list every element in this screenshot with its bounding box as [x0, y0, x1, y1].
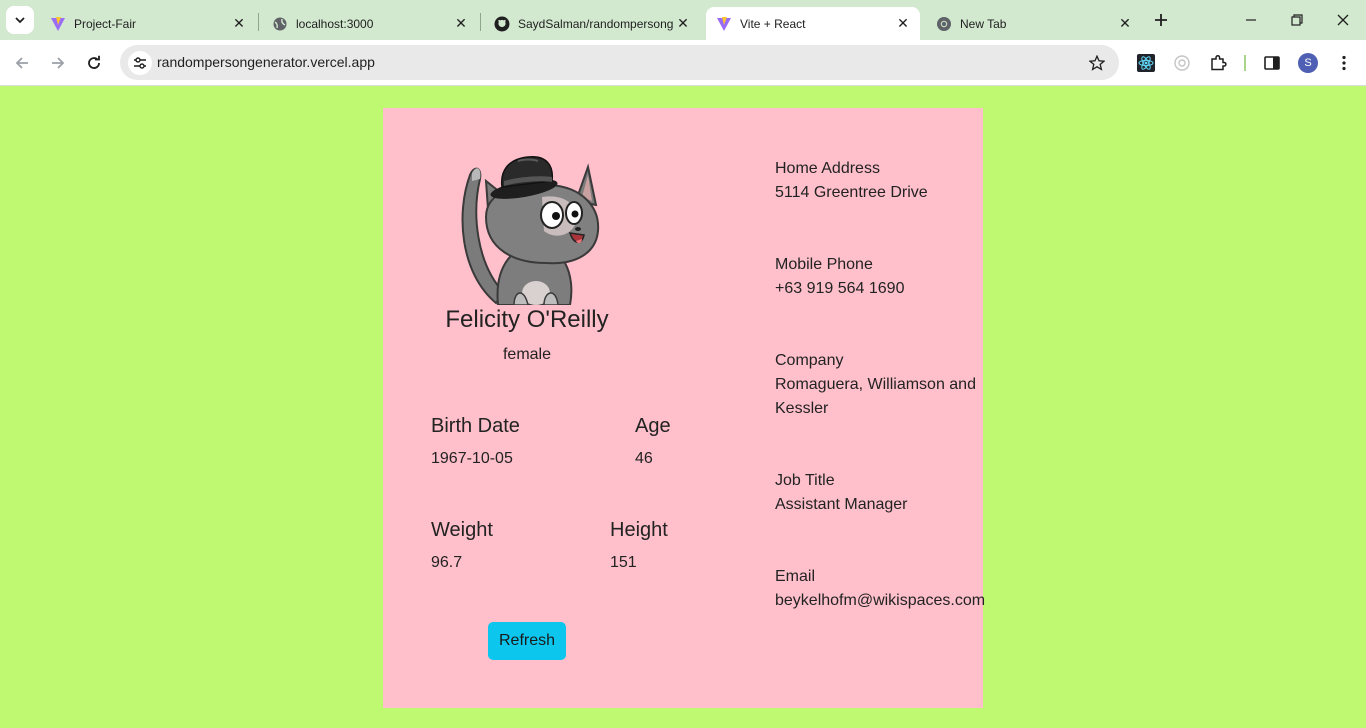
back-button[interactable]	[8, 49, 36, 77]
address-label: Home Address	[775, 160, 880, 177]
reload-button[interactable]	[80, 49, 108, 77]
tab-title: SaydSalman/randompersong	[518, 16, 674, 31]
side-panel-icon	[1264, 56, 1280, 70]
close-icon[interactable]: ✕	[230, 15, 248, 33]
address-value: 5114 Greentree Drive	[775, 184, 928, 201]
company-value-line2: Kessler	[775, 400, 829, 417]
phone-value: +63 919 564 1690	[775, 280, 905, 297]
address-bar[interactable]: randompersongenerator.vercel.app	[120, 45, 1119, 80]
company-label: Company	[775, 352, 844, 369]
new-tab-button[interactable]	[1150, 9, 1172, 31]
extensions-menu-button[interactable]	[1207, 52, 1229, 74]
phone-label: Mobile Phone	[775, 256, 873, 273]
restore-icon	[1291, 14, 1303, 26]
vite-icon	[50, 16, 66, 32]
extension-button[interactable]	[1171, 52, 1193, 74]
puzzle-icon	[1211, 54, 1227, 71]
chevron-down-icon	[15, 17, 25, 24]
forward-button[interactable]	[44, 49, 72, 77]
close-icon	[1337, 14, 1349, 26]
tab-new-tab[interactable]: New Tab ✕	[926, 7, 1142, 40]
chrome-icon	[936, 16, 952, 32]
person-gender: female	[502, 346, 552, 363]
age-value: 46	[635, 450, 653, 467]
react-devtools-extension[interactable]	[1135, 52, 1157, 74]
globe-icon	[272, 16, 288, 32]
tab-separator	[258, 13, 259, 31]
site-info-button[interactable]	[128, 51, 152, 75]
react-icon	[1137, 54, 1155, 72]
tab-strip: Project-Fair ✕ localhost:3000 ✕ SaydSalm…	[0, 0, 1366, 40]
job-title-value: Assistant Manager	[775, 496, 908, 513]
person-name: Felicity O'Reilly	[445, 306, 609, 333]
arrow-right-icon	[52, 57, 65, 69]
plus-icon	[1155, 14, 1167, 26]
close-window-button[interactable]	[1320, 0, 1366, 40]
birth-date-label: Birth Date	[431, 415, 520, 437]
reload-icon	[88, 55, 100, 69]
minimize-button[interactable]	[1228, 0, 1274, 40]
tab-title: New Tab	[960, 16, 1007, 31]
height-label: Height	[610, 519, 668, 541]
tab-title: Vite + React	[740, 16, 806, 31]
chrome-menu-button[interactable]	[1333, 52, 1355, 74]
more-vertical-icon	[1342, 55, 1346, 71]
refresh-button[interactable]: Refresh	[488, 622, 566, 660]
github-icon	[494, 16, 510, 32]
email-value: beykelhofm@wikispaces.com	[775, 592, 986, 609]
weight-value: 96.7	[431, 554, 463, 571]
tab-project-fair[interactable]: Project-Fair ✕	[40, 7, 256, 40]
weight-label: Weight	[431, 519, 493, 541]
vite-icon	[716, 16, 732, 32]
tab-vite-react[interactable]: Vite + React ✕	[706, 7, 920, 40]
tab-title: localhost:3000	[296, 16, 374, 31]
arrow-left-icon	[15, 57, 28, 69]
extension-icon	[1174, 55, 1190, 71]
bookmark-button[interactable]	[1087, 53, 1107, 73]
person-card: Felicity O'Reilly female Birth Date 1967…	[383, 108, 986, 708]
close-icon[interactable]: ✕	[674, 15, 692, 33]
tab-github[interactable]: SaydSalman/randompersong ✕	[484, 7, 700, 40]
email-label: Email	[775, 568, 816, 585]
close-icon[interactable]: ✕	[1116, 15, 1134, 33]
age-label: Age	[635, 415, 671, 437]
close-icon[interactable]: ✕	[894, 15, 912, 33]
height-value: 151	[610, 554, 637, 571]
birth-date-value: 1967-10-05	[431, 450, 513, 467]
tab-search-button[interactable]	[6, 6, 34, 34]
profile-avatar[interactable]: S	[1298, 53, 1318, 73]
star-icon	[1089, 55, 1105, 71]
restore-button[interactable]	[1274, 0, 1320, 40]
job-title-label: Job Title	[775, 472, 835, 489]
minimize-icon	[1246, 19, 1256, 21]
tune-icon	[134, 57, 146, 69]
browser-toolbar: randompersongenerator.vercel.app	[0, 40, 1366, 86]
url-text[interactable]: randompersongenerator.vercel.app	[157, 54, 375, 70]
tab-separator	[480, 13, 481, 31]
close-icon[interactable]: ✕	[452, 15, 470, 33]
company-value-line1: Romaguera, Williamson and	[775, 376, 976, 393]
toolbar-divider	[1244, 55, 1246, 71]
tab-title: Project-Fair	[74, 16, 137, 31]
cat-avatar-image	[461, 156, 600, 305]
side-panel-button[interactable]	[1261, 52, 1283, 74]
tab-localhost[interactable]: localhost:3000 ✕	[262, 7, 478, 40]
